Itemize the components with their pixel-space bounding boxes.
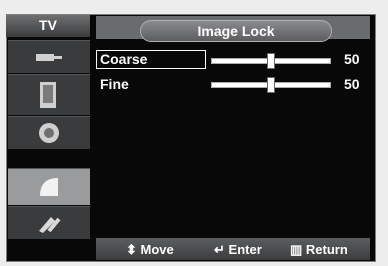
return-icon: ▥ bbox=[290, 242, 303, 257]
picture-icon bbox=[40, 82, 56, 108]
coarse-value: 50 bbox=[344, 51, 360, 67]
sidebar-item-input[interactable] bbox=[8, 40, 90, 73]
return-hint: ▥ Return bbox=[290, 242, 348, 258]
enter-label: Enter bbox=[228, 242, 262, 257]
coarse-label: Coarse bbox=[100, 51, 148, 67]
sidebar-item-setup[interactable] bbox=[8, 206, 90, 239]
return-label: Return bbox=[305, 242, 348, 257]
page-title: Image Lock bbox=[140, 20, 332, 42]
tv-label: TV bbox=[39, 17, 57, 33]
setup-tools-icon bbox=[39, 217, 61, 233]
enter-hint: ↵ Enter bbox=[214, 242, 262, 258]
move-icon: ⬍ bbox=[126, 242, 137, 257]
move-label: Move bbox=[140, 242, 174, 257]
sidebar-item-picture[interactable] bbox=[8, 74, 90, 115]
coarse-slider-thumb[interactable] bbox=[267, 53, 275, 69]
sidebar-item-sound[interactable] bbox=[8, 116, 90, 149]
speaker-icon bbox=[39, 123, 59, 143]
input-plug-icon bbox=[36, 54, 62, 61]
sidebar-item-channel[interactable] bbox=[8, 168, 90, 205]
satellite-dish-icon bbox=[40, 178, 58, 196]
fine-slider-thumb[interactable] bbox=[267, 77, 275, 93]
enter-icon: ↵ bbox=[214, 242, 225, 257]
fine-label: Fine bbox=[100, 76, 129, 92]
fine-value: 50 bbox=[344, 76, 360, 92]
move-hint: ⬍ Move bbox=[126, 242, 174, 258]
